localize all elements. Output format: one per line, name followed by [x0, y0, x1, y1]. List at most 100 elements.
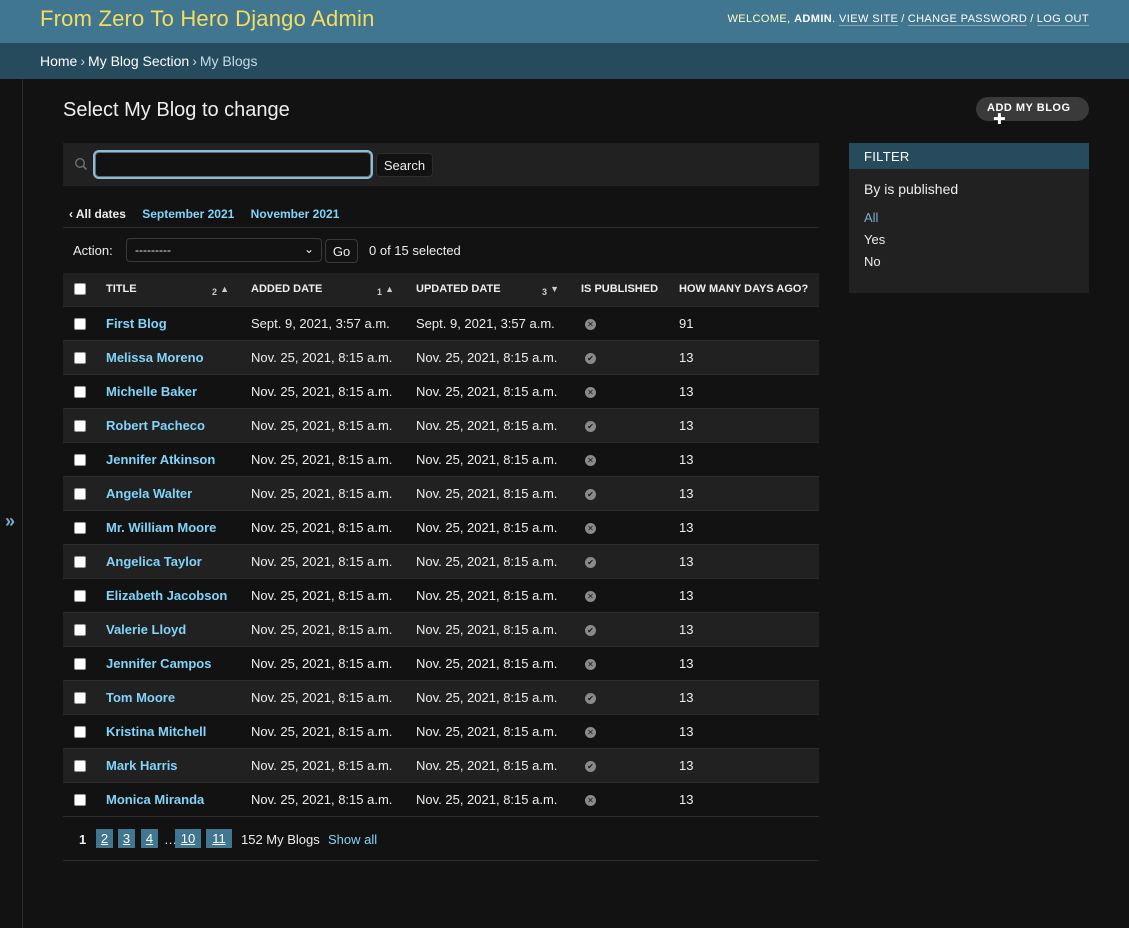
is-published-cell: ✔ — [573, 544, 671, 579]
column-label: HOW MANY DAYS AGO? — [679, 283, 809, 296]
row-title-link[interactable]: Elizabeth Jacobson — [106, 588, 227, 603]
row-checkbox[interactable] — [74, 726, 86, 739]
updated-date-cell: Nov. 25, 2021, 8:15 a.m. — [408, 476, 573, 511]
all-dates-link[interactable]: ‹ All dates — [69, 207, 126, 221]
title-cell: Elizabeth Jacobson — [98, 578, 243, 613]
date-november-2021[interactable]: November 2021 — [251, 207, 340, 221]
search-button[interactable]: Search — [376, 153, 433, 177]
row-checkbox[interactable] — [74, 794, 86, 807]
row-checkbox[interactable] — [74, 522, 86, 535]
updated-date-cell: Nov. 25, 2021, 8:15 a.m. — [408, 680, 573, 715]
row-checkbox[interactable] — [74, 760, 86, 773]
table-row: Angela Walter Nov. 25, 2021, 8:15 a.m. Nov… — [63, 476, 819, 511]
add-my-blog-button[interactable]: ADD MY BLOG✚ — [976, 97, 1089, 127]
column-header-title[interactable]: TITLE 2 ▲ — [98, 273, 243, 307]
page-link-11[interactable]: 11 — [206, 829, 232, 848]
sort-descending-icon[interactable]: ▼ — [550, 284, 559, 294]
select-all-checkbox[interactable] — [74, 283, 86, 296]
updated-date-cell: Nov. 25, 2021, 8:15 a.m. — [408, 578, 573, 613]
breadcrumb-section[interactable]: My Blog Section — [88, 53, 189, 69]
table-row: Kristina Mitchell Nov. 25, 2021, 8:15 a.m… — [63, 714, 819, 749]
row-checkbox[interactable] — [74, 386, 86, 399]
row-title-link[interactable]: Angelica Taylor — [106, 554, 202, 569]
toggle-nav-sidebar-icon[interactable]: » — [5, 511, 15, 532]
row-title-link[interactable]: Monica Miranda — [106, 792, 204, 807]
row-title-link[interactable]: Robert Pacheco — [106, 418, 205, 433]
sort-ascending-icon[interactable]: ▲ — [220, 284, 229, 294]
is-published-cell: ✔ — [573, 408, 671, 443]
row-checkbox[interactable] — [74, 624, 86, 637]
log-out-link[interactable]: LOG OUT — [1036, 13, 1089, 26]
days-ago-cell: 13 — [671, 340, 819, 375]
table-row: Angelica Taylor Nov. 25, 2021, 8:15 a.m. N… — [63, 544, 819, 579]
is-published-cell: ✕ — [573, 510, 671, 545]
updated-date-cell: Nov. 25, 2021, 8:15 a.m. — [408, 612, 573, 647]
page-link-3[interactable]: 3 — [118, 829, 135, 848]
row-checkbox[interactable] — [74, 352, 86, 365]
x-circle-icon: ✕ — [585, 522, 596, 534]
actions-bar: Action: --------- ⌄ Go 0 of 15 selected — [63, 236, 819, 266]
table-row: Tom Moore Nov. 25, 2021, 8:15 a.m. Nov. 25… — [63, 680, 819, 715]
action-select-value: --------- — [135, 243, 171, 257]
title-cell: Mark Harris — [98, 748, 243, 783]
added-date-cell: Nov. 25, 2021, 8:15 a.m. — [243, 646, 408, 681]
row-checkbox[interactable] — [74, 692, 86, 705]
date-hierarchy: ‹ All dates September 2021 November 2021 — [63, 199, 819, 228]
column-header-is-published[interactable]: IS PUBLISHED — [573, 273, 671, 307]
row-title-link[interactable]: Melissa Moreno — [106, 350, 204, 365]
sort-priority[interactable]: 3 — [542, 287, 547, 297]
page-link-10[interactable]: 10 — [175, 829, 201, 848]
column-header-days-ago[interactable]: HOW MANY DAYS AGO? — [671, 273, 819, 307]
go-button[interactable]: Go — [325, 239, 358, 263]
is-published-cell: ✕ — [573, 306, 671, 341]
site-branding[interactable]: From Zero To Hero Django Admin — [40, 6, 375, 32]
row-checkbox[interactable] — [74, 590, 86, 603]
row-title-link[interactable]: Jennifer Atkinson — [106, 452, 215, 467]
title-cell: Jennifer Campos — [98, 646, 243, 681]
show-all-link[interactable]: Show all — [328, 832, 377, 847]
row-title-link[interactable]: Angela Walter — [106, 486, 192, 501]
search-input[interactable] — [95, 152, 371, 177]
row-title-link[interactable]: Michelle Baker — [106, 384, 197, 399]
row-checkbox[interactable] — [74, 420, 86, 433]
column-header-added-date[interactable]: ADDED DATE 1 ▲ — [243, 273, 408, 307]
is-published-cell: ✔ — [573, 748, 671, 783]
username: ADMIN — [794, 13, 833, 25]
row-checkbox[interactable] — [74, 454, 86, 467]
title-cell: Angela Walter — [98, 476, 243, 511]
row-checkbox[interactable] — [74, 658, 86, 671]
row-select-cell — [63, 544, 98, 579]
page-link-4[interactable]: 4 — [141, 829, 158, 848]
row-checkbox[interactable] — [74, 318, 86, 331]
date-september-2021[interactable]: September 2021 — [142, 207, 234, 221]
row-title-link[interactable]: Mark Harris — [106, 758, 178, 773]
change-password-link[interactable]: CHANGE PASSWORD — [907, 13, 1028, 26]
action-select[interactable]: --------- ⌄ — [126, 238, 322, 262]
welcome-text: WELCOME, — [727, 13, 791, 25]
row-title-link[interactable]: Valerie Lloyd — [106, 622, 186, 637]
column-header-updated-date[interactable]: UPDATED DATE 3 ▼ — [408, 273, 573, 307]
added-date-cell: Nov. 25, 2021, 8:15 a.m. — [243, 612, 408, 647]
filter-option-link[interactable]: No — [864, 254, 881, 269]
row-title-link[interactable]: Jennifer Campos — [106, 656, 211, 671]
row-checkbox[interactable] — [74, 556, 86, 569]
days-ago-cell: 13 — [671, 714, 819, 749]
row-title-link[interactable]: Mr. William Moore — [106, 520, 216, 535]
view-site-link[interactable]: VIEW SITE — [839, 13, 899, 26]
row-title-link[interactable]: Kristina Mitchell — [106, 724, 206, 739]
row-title-link[interactable]: First Blog — [106, 316, 167, 331]
updated-date-cell: Nov. 25, 2021, 8:15 a.m. — [408, 646, 573, 681]
page-title: Select My Blog to change — [63, 99, 290, 121]
days-ago-cell: 13 — [671, 544, 819, 579]
filter-option-link[interactable]: Yes — [864, 232, 885, 247]
page-link-2[interactable]: 2 — [96, 829, 113, 848]
sort-ascending-icon[interactable]: ▲ — [385, 284, 394, 294]
row-checkbox[interactable] — [74, 488, 86, 501]
row-title-link[interactable]: Tom Moore — [106, 690, 175, 705]
filter-option-link[interactable]: All — [864, 210, 878, 225]
sort-priority[interactable]: 1 — [377, 287, 382, 297]
is-published-cell: ✕ — [573, 578, 671, 613]
sort-priority[interactable]: 2 — [212, 287, 217, 297]
filter-option-no: No — [864, 254, 885, 276]
breadcrumb-home[interactable]: Home — [40, 53, 77, 69]
